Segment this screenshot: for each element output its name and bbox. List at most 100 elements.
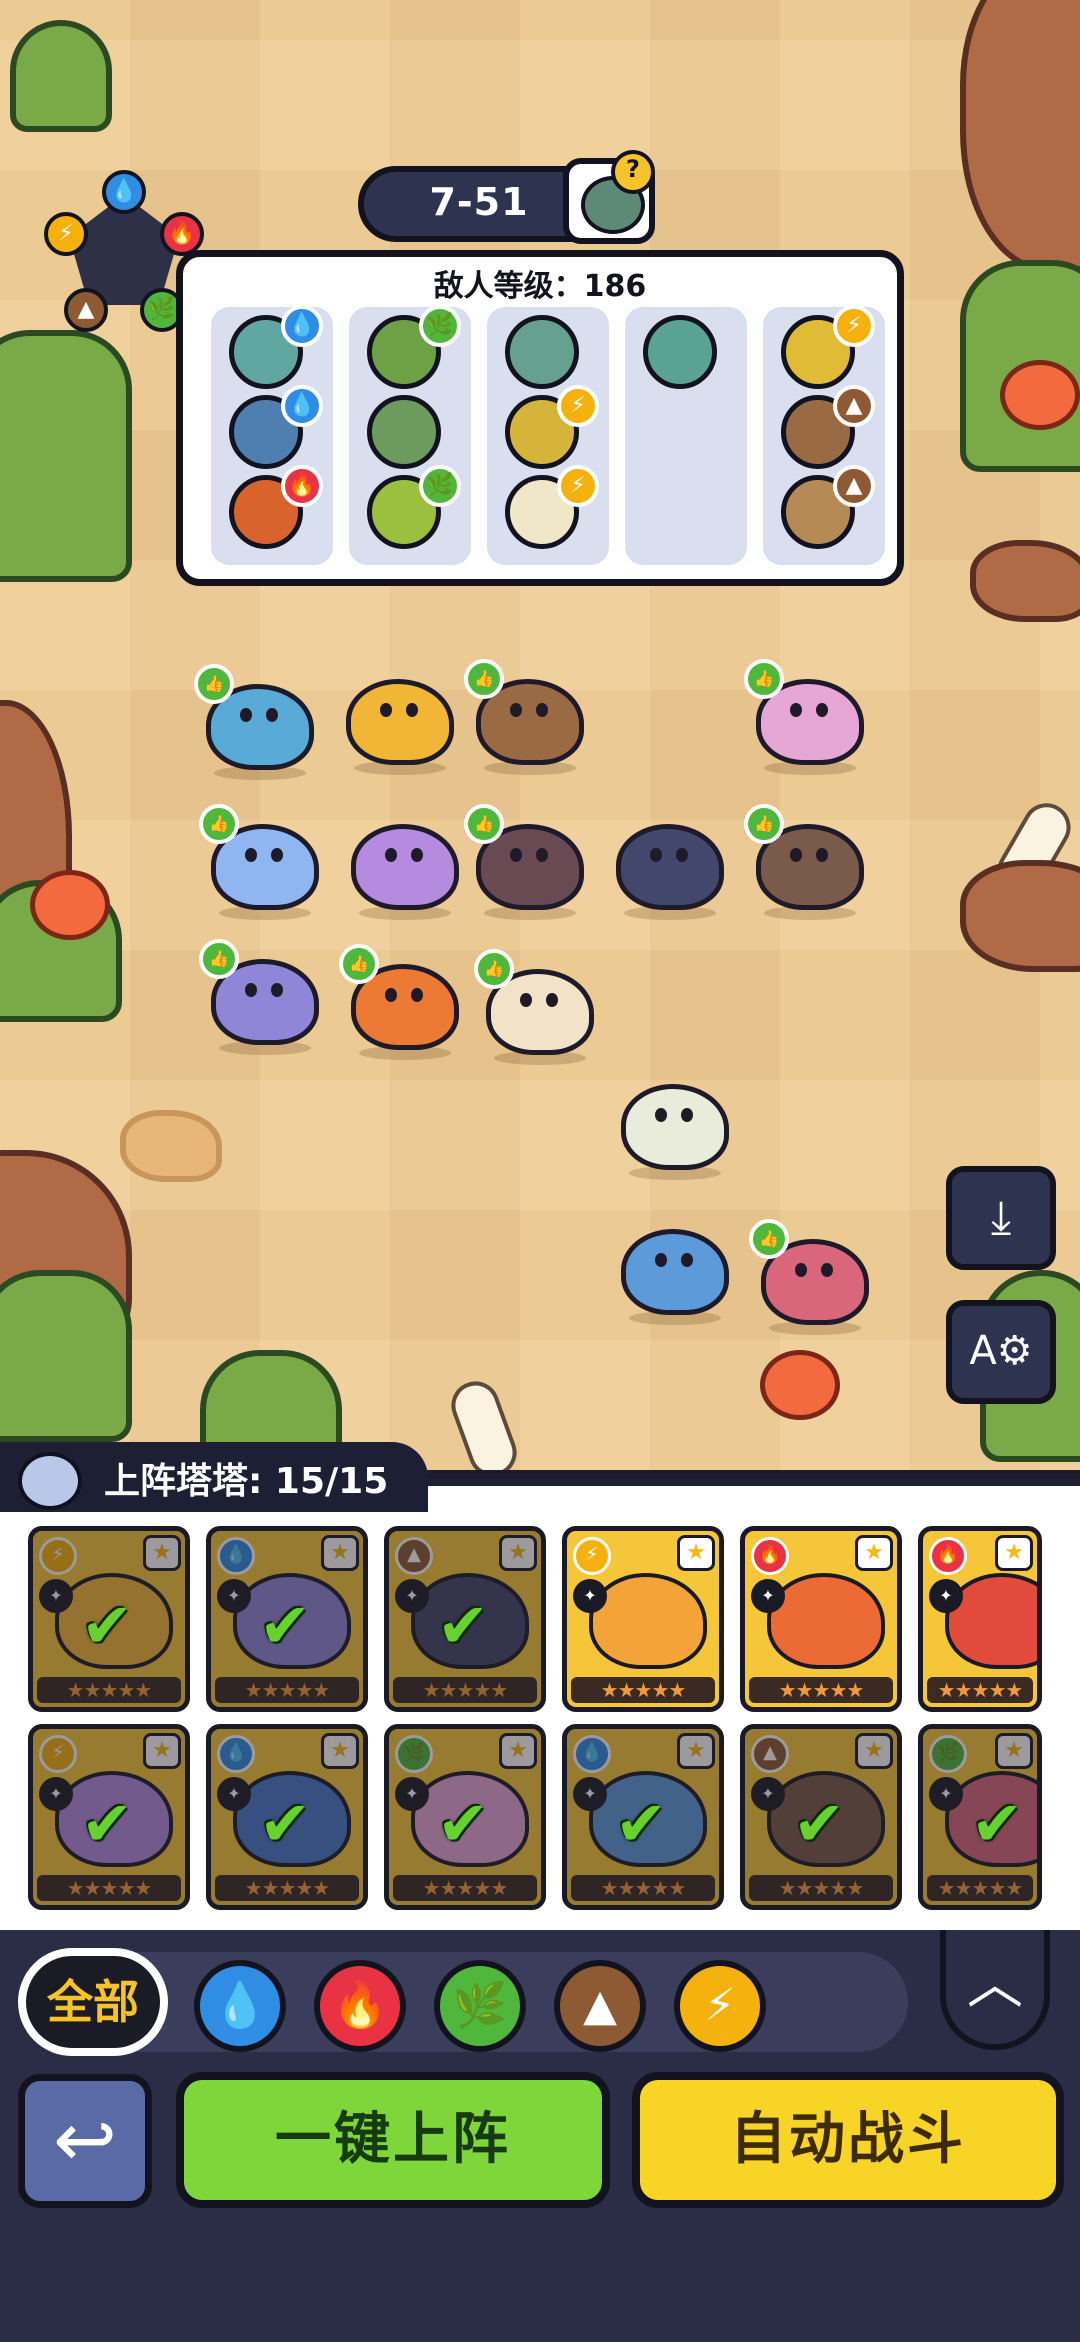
unit-eye xyxy=(536,848,548,862)
tower-card[interactable]: ▲ ✦ ★ ★★★★★ ✔ xyxy=(384,1526,546,1712)
role-icon: ✦ xyxy=(573,1579,607,1613)
checkmark-icon: ✔ xyxy=(793,1787,845,1860)
tower-unit[interactable]: 👍 xyxy=(194,664,320,780)
star-rating: ★★★★★ xyxy=(37,1677,181,1703)
back-button[interactable]: ↩ xyxy=(18,2074,152,2208)
rock-decoration xyxy=(970,540,1080,622)
tower-unit[interactable] xyxy=(340,665,460,775)
tower-card[interactable]: 🔥 ✦ ★ ★★★★★ xyxy=(918,1526,1042,1712)
tower-unit[interactable]: 👍 xyxy=(744,659,870,775)
unit-eye xyxy=(821,1263,833,1277)
collapse-roster-button[interactable]: ︿ xyxy=(940,1930,1050,2050)
thumbs-up-icon: 👍 xyxy=(464,804,504,844)
one-click-deploy-button[interactable]: 一键上阵 xyxy=(176,2072,610,2208)
tower-card[interactable]: ⚡ ✦ ★ ★★★★★ xyxy=(562,1526,724,1712)
rock-decoration xyxy=(960,0,1080,272)
auto-settings-icon: A⚙ xyxy=(969,1328,1033,1374)
unit-eye xyxy=(271,983,283,997)
tower-card[interactable]: 💧 ✦ ★ ★★★★★ ✔ xyxy=(206,1724,368,1910)
tower-card[interactable]: 🔥 ✦ ★ ★★★★★ xyxy=(740,1526,902,1712)
star-rating: ★★★★★ xyxy=(393,1875,537,1901)
bolt-element-icon: ⚡ xyxy=(573,1537,611,1575)
download-button[interactable]: ⤓ xyxy=(946,1166,1056,1270)
tower-card[interactable]: 🌿 ✦ ★ ★★★★★ ✔ xyxy=(918,1724,1042,1910)
tower-card[interactable]: ⚡ ✦ ★ ★★★★★ ✔ xyxy=(28,1724,190,1910)
checkmark-icon: ✔ xyxy=(259,1589,311,1662)
leaf-element-icon: 🌿 xyxy=(452,1980,508,2031)
tower-unit[interactable]: 👍 xyxy=(464,659,590,775)
download-icon: ⤓ xyxy=(990,1190,1012,1244)
thumbs-up-icon: 👍 xyxy=(744,659,784,699)
roster-header: 上阵塔塔: 15/15 xyxy=(0,1442,428,1512)
tower-unit[interactable]: 👍 xyxy=(464,804,590,920)
unit-eye xyxy=(266,708,278,722)
tower-card[interactable]: ⚡ ✦ ★ ★★★★★ ✔ xyxy=(28,1526,190,1712)
enemy-column xyxy=(625,307,747,565)
tower-unit[interactable]: 👍 xyxy=(749,1219,875,1335)
star-rating: ★★★★★ xyxy=(749,1875,893,1901)
tower-unit[interactable]: 👍 xyxy=(474,949,600,1065)
enemy-column: ⚡ ⚡ xyxy=(487,307,609,565)
enemy-preview-button[interactable]: ? xyxy=(563,150,655,244)
rock-element-icon: ▲ xyxy=(64,288,108,332)
tower-card[interactable]: 💧 ✦ ★ ★★★★★ ✔ xyxy=(562,1724,724,1910)
tower-unit[interactable]: 👍 xyxy=(199,939,325,1055)
tower-avatar-icon xyxy=(18,1452,82,1510)
role-icon: ✦ xyxy=(929,1579,963,1613)
star-rating: ★★★★★ xyxy=(927,1875,1033,1901)
filter-fire-button[interactable]: 🔥 xyxy=(314,1960,406,2052)
checkmark-icon: ✔ xyxy=(259,1787,311,1860)
tower-unit[interactable] xyxy=(610,810,730,920)
unit-eye xyxy=(681,1108,693,1122)
unit-eye xyxy=(795,1263,807,1277)
thumbs-up-icon: 👍 xyxy=(749,1219,789,1259)
enemy-icon xyxy=(643,315,717,389)
filter-rock-button[interactable]: ▲ xyxy=(554,1960,646,2052)
role-icon: ✦ xyxy=(39,1777,73,1811)
tower-card[interactable]: 🌿 ✦ ★ ★★★★★ ✔ xyxy=(384,1724,546,1910)
stage-label: 7-51 xyxy=(429,180,529,224)
star-rating: ★★★★★ xyxy=(749,1677,893,1703)
filter-leaf-button[interactable]: 🌿 xyxy=(434,1960,526,2052)
chevron-up-icon: ︿ xyxy=(967,1952,1023,2017)
water-element-icon: 💧 xyxy=(573,1735,611,1773)
return-arrow-icon: ↩ xyxy=(53,2095,117,2184)
star-badge-icon: ★ xyxy=(321,1733,359,1769)
unit-eye xyxy=(676,848,688,862)
tower-unit[interactable]: 👍 xyxy=(744,804,870,920)
tower-unit[interactable]: 👍 xyxy=(199,804,325,920)
filter-water-button[interactable]: 💧 xyxy=(194,1960,286,2052)
water-element-icon: 💧 xyxy=(102,170,146,214)
rock-element-icon: ▲ xyxy=(833,465,875,507)
tower-unit[interactable]: 👍 xyxy=(339,944,465,1060)
tower-card[interactable]: 💧 ✦ ★ ★★★★★ ✔ xyxy=(206,1526,368,1712)
auto-settings-button[interactable]: A⚙ xyxy=(946,1300,1056,1404)
role-icon: ✦ xyxy=(395,1777,429,1811)
deployed-count-label: 上阵塔塔: 15/15 xyxy=(104,1461,389,1502)
tower-unit[interactable] xyxy=(615,1215,735,1325)
thumbs-up-icon: 👍 xyxy=(744,804,784,844)
unit-eye xyxy=(380,703,392,717)
tower-unit[interactable] xyxy=(615,1070,735,1180)
unit-eye xyxy=(510,848,522,862)
filter-bolt-button[interactable]: ⚡ xyxy=(674,1960,766,2052)
unit-eye xyxy=(816,703,828,717)
unit-body xyxy=(616,824,724,910)
fire-element-icon: 🔥 xyxy=(332,1980,388,2031)
thumbs-up-icon: 👍 xyxy=(339,944,379,984)
bone-decoration xyxy=(444,1374,524,1470)
unit-eye xyxy=(536,703,548,717)
filter-all-button[interactable]: 全部 xyxy=(18,1948,168,2056)
star-rating: ★★★★★ xyxy=(571,1875,715,1901)
cactus-decoration xyxy=(0,1270,132,1442)
checkmark-icon: ✔ xyxy=(437,1787,489,1860)
auto-battle-button[interactable]: 自动战斗 xyxy=(632,2072,1064,2208)
tower-unit[interactable] xyxy=(345,810,465,920)
thumbs-up-icon: 👍 xyxy=(194,664,234,704)
star-badge-icon: ★ xyxy=(321,1535,359,1571)
flower-decoration xyxy=(30,870,110,940)
role-icon: ✦ xyxy=(217,1579,251,1613)
rock-decoration xyxy=(120,1110,222,1182)
water-element-icon: 💧 xyxy=(281,385,323,427)
tower-card[interactable]: ▲ ✦ ★ ★★★★★ ✔ xyxy=(740,1724,902,1910)
